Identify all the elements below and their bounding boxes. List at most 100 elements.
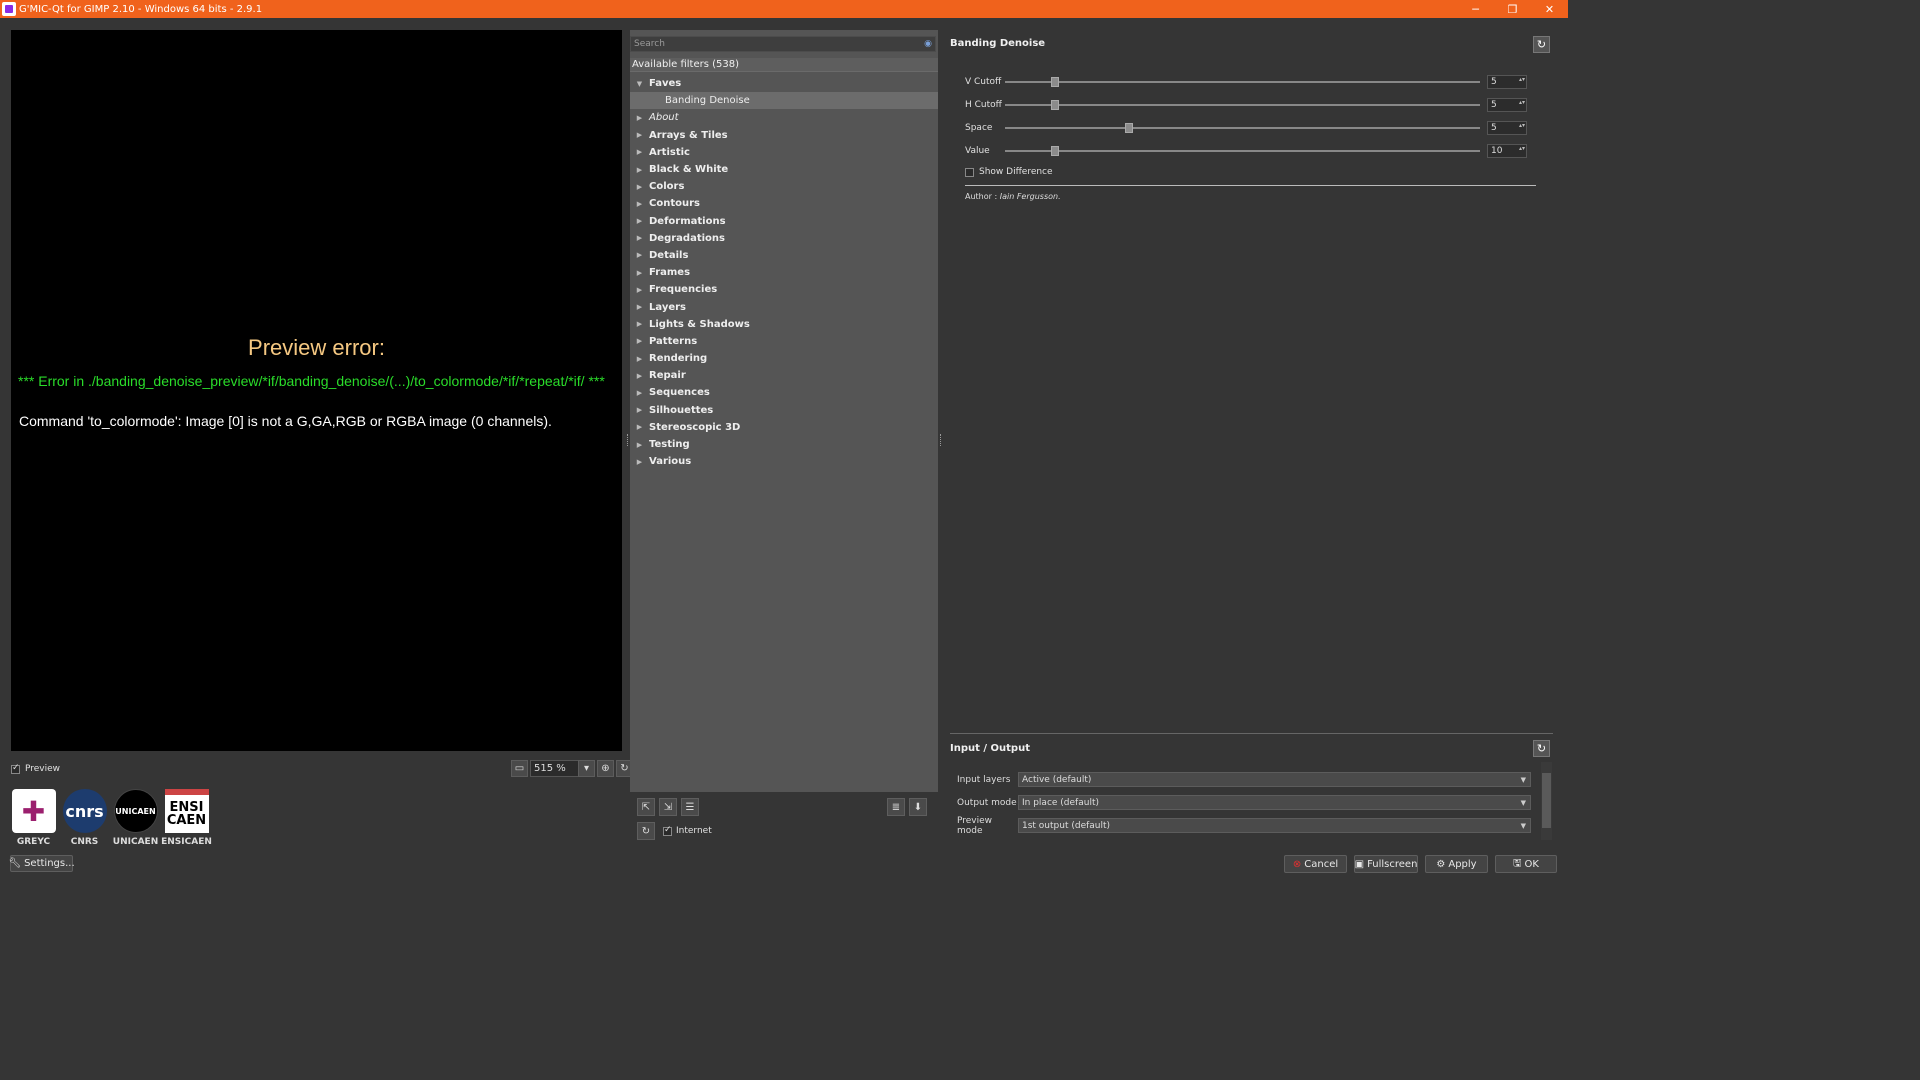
zoom-fit-button[interactable]: ▭ <box>511 760 528 777</box>
chevron-right-icon[interactable]: ▶ <box>630 148 649 156</box>
search-input[interactable]: Search ◉ <box>630 36 936 52</box>
tree-category[interactable]: ▶ Degradations <box>630 230 938 247</box>
chevron-right-icon[interactable]: ▶ <box>630 389 649 397</box>
minimize-button[interactable]: ─ <box>1457 0 1494 18</box>
tree-category[interactable]: ▶ Deformations <box>630 213 938 230</box>
show-difference-toggle[interactable]: Show Difference <box>965 167 1053 177</box>
slider-handle[interactable] <box>1051 77 1060 87</box>
chevron-right-icon[interactable]: ▶ <box>630 372 649 380</box>
tree-label: Stereoscopic 3D <box>649 421 741 433</box>
tree-category[interactable]: ▶ Patterns <box>630 333 938 350</box>
io-splitter[interactable] <box>950 733 1553 734</box>
slider-handle[interactable] <box>1051 100 1060 110</box>
chevron-right-icon[interactable]: ▶ <box>630 406 649 414</box>
slider-handle[interactable] <box>1124 123 1133 133</box>
chevron-right-icon[interactable]: ▶ <box>630 200 649 208</box>
slider-handle[interactable] <box>1051 146 1060 156</box>
chevron-right-icon[interactable]: ▶ <box>630 320 649 328</box>
unicaen-logo[interactable]: UNICAEN UNICAEN <box>113 789 158 847</box>
right-splitter-handle[interactable] <box>940 434 942 446</box>
reset-params-button[interactable]: ↻ <box>1533 36 1550 53</box>
zoom-dropdown-button[interactable]: ▾ <box>578 760 595 777</box>
param-slider[interactable] <box>1005 77 1480 87</box>
chevron-right-icon[interactable]: ▶ <box>630 183 649 191</box>
preview-error-path: *** Error in ./banding_denoise_preview/*… <box>18 373 605 389</box>
chevron-right-icon[interactable]: ▶ <box>630 441 649 449</box>
tree-category[interactable]: ▶ Black & White <box>630 161 938 178</box>
io-scrollbar-thumb[interactable] <box>1542 773 1551 828</box>
greyc-logo[interactable]: ✚ GREYC <box>11 789 56 847</box>
reset-io-button[interactable]: ↻ <box>1533 740 1550 757</box>
io-select[interactable]: 1st output (default) ▼ <box>1018 818 1531 833</box>
settings-button[interactable]: 🔧︎ Settings... <box>8 855 75 872</box>
chevron-down-icon: ▼ <box>1520 821 1526 830</box>
tree-category[interactable]: ▶ Repair <box>630 367 938 384</box>
preview-toggle[interactable]: Preview <box>11 763 60 774</box>
chevron-right-icon[interactable]: ▶ <box>630 131 649 139</box>
cnrs-logo[interactable]: cnrs CNRS <box>62 789 107 847</box>
expand-collapse-button[interactable]: ⬇ <box>909 798 927 816</box>
chevron-right-icon[interactable]: ▶ <box>630 166 649 174</box>
internet-checkbox[interactable] <box>663 825 672 836</box>
io-scrollbar[interactable] <box>1541 762 1552 840</box>
add-fave-button[interactable]: ⇱ <box>637 798 655 816</box>
show-difference-checkbox[interactable] <box>965 167 974 177</box>
tree-category[interactable]: ▶ Frames <box>630 264 938 281</box>
tree-category[interactable]: ▶ Layers <box>630 298 938 315</box>
cancel-button[interactable]: ⊗ Cancel <box>1284 855 1347 873</box>
restore-button[interactable]: ❐ <box>1494 0 1531 18</box>
chevron-right-icon[interactable]: ▶ <box>630 286 649 294</box>
tree-category[interactable]: ▶ Arrays & Tiles <box>630 127 938 144</box>
chevron-right-icon[interactable]: ▶ <box>630 423 649 431</box>
chevron-right-icon[interactable]: ▶ <box>630 234 649 242</box>
tree-filter-item[interactable]: Banding Denoise <box>630 92 938 110</box>
rename-fave-button[interactable]: ☰ <box>681 798 699 816</box>
fullscreen-button[interactable]: ▣ Fullscreen <box>1354 855 1418 873</box>
tree-category[interactable]: ▶ Frequencies <box>630 281 938 298</box>
chevron-right-icon[interactable]: ▶ <box>630 217 649 225</box>
param-spinbox[interactable]: 10 <box>1487 144 1527 158</box>
param-slider[interactable] <box>1005 146 1480 156</box>
tree-category[interactable]: ▶ Stereoscopic 3D <box>630 419 938 436</box>
preview-area[interactable]: Preview error: *** Error in ./banding_de… <box>11 30 622 751</box>
tree-category[interactable]: ▶ Artistic <box>630 144 938 161</box>
chevron-right-icon[interactable]: ▶ <box>630 355 649 363</box>
update-filters-button[interactable]: ↻ <box>637 822 655 840</box>
param-spinbox[interactable]: 5 <box>1487 98 1527 112</box>
tree-category[interactable]: ▶ Details <box>630 247 938 264</box>
zoom-input[interactable]: 515 % <box>530 760 580 777</box>
tree-category[interactable]: ▶ Colors <box>630 178 938 195</box>
chevron-right-icon[interactable]: ▶ <box>630 303 649 311</box>
param-slider[interactable] <box>1005 123 1480 133</box>
author-note: Author : Iain Fergusson. <box>965 192 1061 201</box>
left-splitter-handle[interactable] <box>627 434 629 446</box>
tree-category[interactable]: ▶ Sequences <box>630 384 938 401</box>
chevron-right-icon[interactable]: ▶ <box>630 269 649 277</box>
ensicaen-logo[interactable]: ENSI CAEN ENSICAEN <box>161 789 212 847</box>
chevron-down-icon[interactable]: ▼ <box>630 80 649 88</box>
param-spinbox[interactable]: 5 <box>1487 121 1527 135</box>
io-select[interactable]: In place (default) ▼ <box>1018 795 1531 810</box>
io-select[interactable]: Active (default) ▼ <box>1018 772 1531 787</box>
param-spinbox[interactable]: 5 <box>1487 75 1527 89</box>
chevron-right-icon[interactable]: ▶ <box>630 458 649 466</box>
chevron-right-icon[interactable]: ▶ <box>630 251 649 259</box>
tree-category[interactable]: ▶ Various <box>630 453 938 470</box>
zoom-in-button[interactable]: ⊕ <box>597 760 614 777</box>
tree-category[interactable]: ▶ Testing <box>630 436 938 453</box>
close-button[interactable]: ✕ <box>1531 0 1568 18</box>
apply-button[interactable]: ⚙ Apply <box>1425 855 1488 873</box>
param-slider[interactable] <box>1005 100 1480 110</box>
tree-category[interactable]: ▼ Faves <box>630 75 938 92</box>
select-filters-button[interactable]: ≣ <box>887 798 905 816</box>
ok-button[interactable]: 🖫︎ OK <box>1495 855 1557 873</box>
tree-category[interactable]: ▶ Silhouettes <box>630 402 938 419</box>
tree-category[interactable]: ▶ Contours <box>630 195 938 212</box>
remove-fave-button[interactable]: ⇲ <box>659 798 677 816</box>
tree-category[interactable]: ▶ About <box>630 109 938 126</box>
chevron-right-icon[interactable]: ▶ <box>630 114 649 122</box>
tree-category[interactable]: ▶ Rendering <box>630 350 938 367</box>
tree-category[interactable]: ▶ Lights & Shadows <box>630 316 938 333</box>
preview-checkbox[interactable] <box>11 763 20 774</box>
chevron-right-icon[interactable]: ▶ <box>630 337 649 345</box>
